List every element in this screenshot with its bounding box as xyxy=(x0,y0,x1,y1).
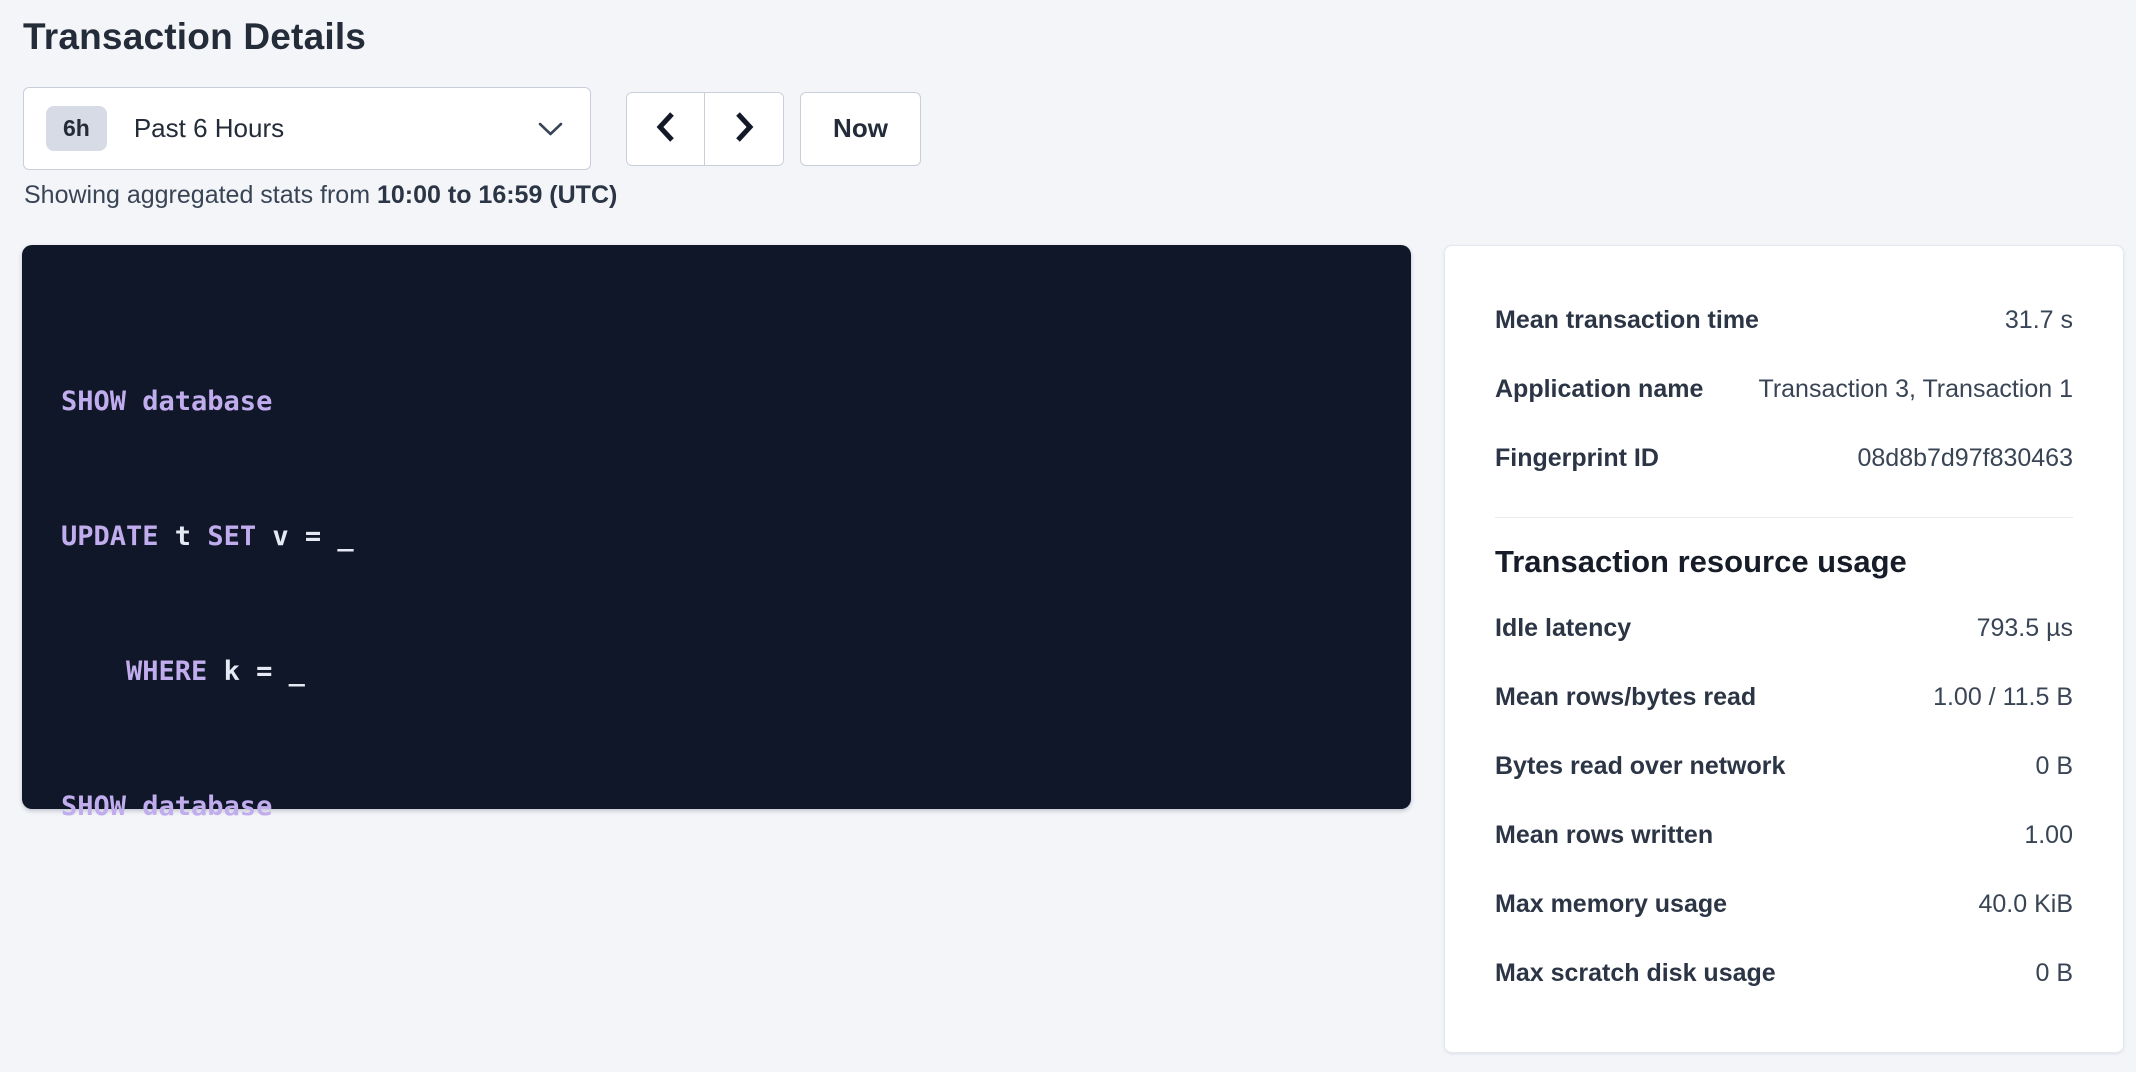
chevron-left-icon xyxy=(653,110,679,147)
next-interval-button[interactable] xyxy=(705,93,783,165)
aggregated-stats-summary: Showing aggregated stats from 10:00 to 1… xyxy=(24,181,617,210)
time-range-select[interactable]: 6h Past 6 Hours xyxy=(23,87,591,170)
summary-range: 10:00 to 16:59 (UTC) xyxy=(377,181,617,209)
stat-row-mean-rows-bytes-read: Mean rows/bytes read 1.00 / 11.5 B xyxy=(1495,663,2073,732)
card-divider xyxy=(1495,517,2073,518)
time-range-selected-label: Past 6 Hours xyxy=(134,113,284,144)
time-range-badge: 6h xyxy=(46,106,107,151)
sql-line: WHERE k = _ xyxy=(61,649,1381,694)
stat-label: Fingerprint ID xyxy=(1495,444,1659,473)
stat-value: 1.00 xyxy=(2024,821,2073,850)
stat-row-mean-rows-written: Mean rows written 1.00 xyxy=(1495,801,2073,870)
stat-value: 793.5 µs xyxy=(1977,614,2073,643)
stat-value: Transaction 3, Transaction 1 xyxy=(1758,375,2073,404)
stat-label: Max scratch disk usage xyxy=(1495,959,1776,988)
stat-row-application-name: Application name Transaction 3, Transact… xyxy=(1495,355,2073,424)
time-step-buttons xyxy=(626,92,784,166)
stat-row-max-memory-usage: Max memory usage 40.0 KiB xyxy=(1495,870,2073,939)
stat-row-bytes-read-over-network: Bytes read over network 0 B xyxy=(1495,732,2073,801)
stat-value: 0 B xyxy=(2035,959,2073,988)
sql-line: SHOW database xyxy=(61,784,1381,829)
sql-line: SHOW database xyxy=(61,379,1381,424)
chevron-down-icon xyxy=(537,120,564,138)
stat-label: Idle latency xyxy=(1495,614,1631,643)
stat-label: Mean rows written xyxy=(1495,821,1713,850)
stat-row-idle-latency: Idle latency 793.5 µs xyxy=(1495,594,2073,663)
sql-line: UPDATE t SET v = _ xyxy=(61,514,1381,559)
now-button[interactable]: Now xyxy=(800,92,921,166)
stat-row-fingerprint-id: Fingerprint ID 08d8b7d97f830463 xyxy=(1495,424,2073,493)
transaction-sql-statements: SHOW database UPDATE t SET v = _ WHERE k… xyxy=(22,245,1411,809)
resource-usage-heading: Transaction resource usage xyxy=(1495,544,2073,580)
summary-prefix: Showing aggregated stats from xyxy=(24,181,377,209)
stat-row-mean-transaction-time: Mean transaction time 31.7 s xyxy=(1495,286,2073,355)
stat-label: Max memory usage xyxy=(1495,890,1727,919)
transaction-stats-card: Mean transaction time 31.7 s Application… xyxy=(1444,245,2124,1053)
stat-row-max-scratch-disk-usage: Max scratch disk usage 0 B xyxy=(1495,939,2073,1008)
time-controls: 6h Past 6 Hours Now xyxy=(23,87,921,170)
chevron-right-icon xyxy=(731,110,757,147)
stat-label: Mean rows/bytes read xyxy=(1495,683,1756,712)
stat-value: 31.7 s xyxy=(2005,306,2073,335)
stat-label: Mean transaction time xyxy=(1495,306,1759,335)
page-title: Transaction Details xyxy=(23,16,366,58)
stat-label: Application name xyxy=(1495,375,1703,404)
stat-value: 0 B xyxy=(2035,752,2073,781)
stat-value: 40.0 KiB xyxy=(1978,890,2073,919)
stat-label: Bytes read over network xyxy=(1495,752,1785,781)
stat-value: 1.00 / 11.5 B xyxy=(1933,683,2073,712)
prev-interval-button[interactable] xyxy=(627,93,705,165)
stat-value: 08d8b7d97f830463 xyxy=(1857,444,2073,473)
